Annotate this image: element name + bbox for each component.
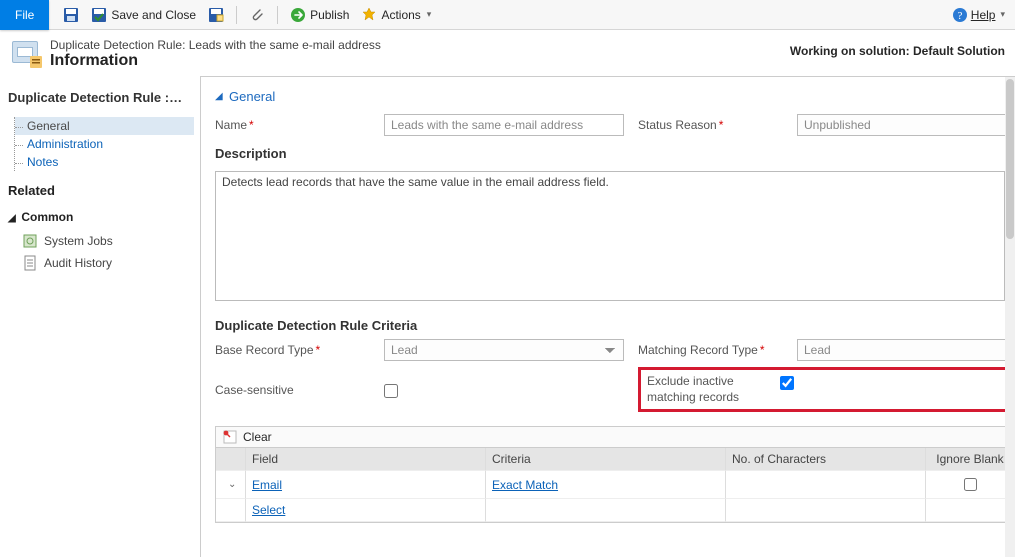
case-sensitive-label: Case-sensitive	[215, 383, 370, 397]
matching-record-label: Matching Record Type*	[638, 343, 783, 357]
nav-common-system-jobs[interactable]: System Jobs	[8, 230, 194, 252]
chevron-down-icon: ▾	[1000, 9, 1005, 20]
nav-common-header[interactable]: ◢ Common	[8, 210, 194, 224]
svg-text:?: ?	[957, 10, 962, 22]
ribbon: File Save and Close Publish Actions ▾	[0, 0, 1015, 30]
criteria-heading: Duplicate Detection Rule Criteria	[215, 318, 1013, 333]
actions-menu[interactable]: Actions ▾	[355, 1, 437, 29]
save-close-icon	[91, 7, 107, 23]
status-select[interactable]: Unpublished	[797, 114, 1015, 136]
ignore-blank-checkbox[interactable]	[964, 478, 977, 491]
clear-button[interactable]: Clear	[215, 426, 1015, 447]
nav-item-general[interactable]: General	[15, 117, 194, 135]
separator	[236, 6, 237, 24]
save-close-label: Save and Close	[111, 8, 196, 22]
actions-label: Actions	[381, 8, 420, 22]
save-new-icon	[208, 7, 224, 23]
header-kicker: Duplicate Detection Rule: Leads with the…	[50, 38, 381, 52]
general-form: Name* Status Reason* Unpublished	[215, 114, 1013, 136]
grid-row-new[interactable]: Select	[216, 499, 1014, 522]
nav-entity-title: Duplicate Detection Rule :…	[8, 90, 194, 105]
nav-link: Administration	[27, 137, 103, 151]
caret-down-icon: ◢	[8, 213, 18, 224]
base-record-select[interactable]: Lead	[384, 339, 624, 361]
nav-common-list: System Jobs Audit History	[8, 230, 194, 274]
criteria-form: Base Record Type* Lead Matching Record T…	[215, 339, 1013, 412]
header-titles: Duplicate Detection Rule: Leads with the…	[50, 38, 381, 70]
info-mini-icon	[30, 56, 42, 68]
nav-item-administration[interactable]: Administration	[15, 135, 194, 153]
publish-button[interactable]: Publish	[284, 1, 355, 29]
criteria-grid: Field Criteria No. of Characters Ignore …	[215, 447, 1015, 523]
nav-link: Notes	[27, 155, 58, 169]
vertical-scrollbar[interactable]	[1005, 77, 1015, 557]
publish-icon	[290, 7, 306, 23]
description-label: Description	[215, 146, 1013, 161]
section-label: General	[229, 89, 275, 104]
nav-related-header: Related	[8, 183, 194, 198]
nav-common-audit-history[interactable]: Audit History	[8, 252, 194, 274]
paperclip-icon	[249, 7, 265, 23]
help-icon: ?	[952, 7, 968, 23]
help-menu[interactable]: ? Help ▾	[952, 7, 1005, 23]
nav-item-notes[interactable]: Notes	[15, 153, 194, 171]
col-chars: No. of Characters	[726, 448, 926, 471]
exclude-inactive-label: Exclude inactive matching records	[647, 374, 780, 405]
main-content: ◢ General Name* Status Reason* Unpublish…	[200, 76, 1015, 557]
col-criteria: Criteria	[486, 448, 726, 471]
clear-label: Clear	[243, 430, 272, 444]
save-and-new-button[interactable]	[202, 1, 230, 29]
nav-label: Audit History	[44, 256, 112, 270]
col-field: Field	[246, 448, 486, 471]
description-textarea[interactable]	[215, 171, 1005, 301]
nav-link: General	[27, 119, 70, 133]
attach-button[interactable]	[243, 1, 271, 29]
section-general[interactable]: ◢ General	[215, 89, 1013, 104]
clear-icon	[222, 429, 238, 445]
save-button[interactable]	[57, 1, 85, 29]
status-label: Status Reason*	[638, 118, 783, 132]
grid-row[interactable]: ⌄ Email Exact Match	[216, 471, 1014, 499]
criteria-link[interactable]: Exact Match	[492, 478, 558, 492]
exclude-inactive-highlight: Exclude inactive matching records	[638, 367, 1015, 412]
exclude-inactive-checkbox[interactable]	[780, 376, 794, 390]
chevron-down-icon: ▾	[427, 9, 432, 20]
actions-icon	[361, 7, 377, 23]
page-title: Information	[50, 52, 381, 70]
solution-label: Working on solution: Default Solution	[790, 38, 1005, 58]
col-ignore: Ignore Blank	[926, 448, 1014, 471]
base-record-label: Base Record Type*	[215, 343, 370, 357]
caret-down-icon: ◢	[215, 91, 225, 102]
name-input[interactable]	[384, 114, 624, 136]
entity-icon	[10, 38, 40, 66]
system-jobs-icon	[22, 233, 38, 249]
save-icon	[63, 7, 79, 23]
file-tab[interactable]: File	[0, 0, 49, 30]
left-nav: Duplicate Detection Rule :… General Admi…	[0, 76, 200, 557]
select-link[interactable]: Select	[252, 503, 285, 517]
grid-header: Field Criteria No. of Characters Ignore …	[216, 448, 1014, 471]
chevron-down-icon[interactable]: ⌄	[228, 479, 236, 490]
matching-record-select[interactable]: Lead	[797, 339, 1015, 361]
audit-history-icon	[22, 255, 38, 271]
nav-tree: General Administration Notes	[14, 117, 194, 171]
help-label: Help	[971, 8, 996, 22]
nav-label: System Jobs	[44, 234, 113, 248]
publish-label: Publish	[310, 8, 349, 22]
name-label: Name*	[215, 118, 370, 132]
save-and-close-button[interactable]: Save and Close	[85, 1, 202, 29]
separator	[277, 6, 278, 24]
criteria-grid-box: Clear Field Criteria No. of Characters I…	[215, 426, 1015, 523]
field-link[interactable]: Email	[252, 478, 282, 492]
chars-cell	[726, 471, 926, 499]
case-sensitive-checkbox[interactable]	[384, 384, 398, 398]
page-header: Duplicate Detection Rule: Leads with the…	[0, 30, 1015, 76]
nav-common-label: Common	[21, 210, 73, 224]
